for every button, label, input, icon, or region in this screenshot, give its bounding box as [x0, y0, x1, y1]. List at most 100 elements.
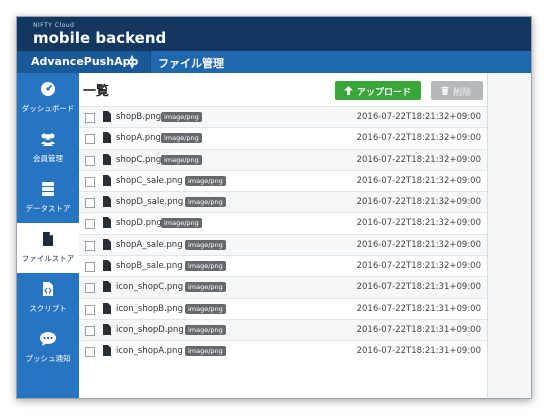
database-icon — [17, 181, 79, 197]
trash-icon — [441, 86, 449, 95]
file-name[interactable]: shopC.png — [116, 155, 161, 165]
mime-type-badge: image/png — [185, 261, 226, 272]
row-checkbox[interactable] — [85, 155, 95, 166]
brand-logo[interactable]: mobile backend — [33, 29, 166, 47]
file-name[interactable]: shopA.png — [116, 133, 161, 143]
file-name[interactable]: icon_shopC.png — [116, 282, 183, 292]
upload-label: アップロード — [357, 88, 412, 98]
up-down-arrows-icon: ▲ ▼ — [129, 53, 136, 70]
file-icon — [103, 196, 111, 208]
brand-tagline: NIFTY Cloud — [33, 22, 75, 29]
mime-type-badge: image/png — [185, 282, 226, 293]
table-row[interactable]: icon_shopC.png image/png 2016-07-22T18:2… — [79, 276, 487, 298]
app-window: NIFTY Cloud mobile backend AdvancePushAp… — [16, 16, 532, 399]
file-name[interactable]: shopB.png — [116, 112, 161, 122]
file-icon — [103, 302, 111, 314]
timestamp: 2016-07-22T18:21:31+09:00 — [356, 282, 481, 293]
mime-type-badge: image/png — [185, 303, 226, 314]
dashboard-icon — [17, 81, 79, 97]
mime-type-badge: image/png — [161, 218, 202, 229]
file-name[interactable]: icon_shopB.png — [116, 304, 183, 314]
row-checkbox[interactable] — [85, 113, 95, 123]
row-checkbox[interactable] — [85, 176, 95, 187]
file-name[interactable]: shopB_sale.png — [116, 261, 183, 271]
file-icon — [17, 231, 79, 247]
row-checkbox[interactable] — [85, 304, 95, 315]
file-name[interactable]: shopD.png — [116, 218, 162, 228]
timestamp: 2016-07-22T18:21:32+09:00 — [356, 197, 481, 208]
table-row[interactable]: icon_shopA.png image/png 2016-07-22T18:2… — [79, 340, 487, 361]
mime-type-badge: image/png — [185, 197, 226, 208]
file-name[interactable]: shopD_sale.png — [116, 197, 183, 207]
sidebar-item-label: プッシュ通知 — [25, 354, 71, 363]
file-name[interactable]: shopC_sale.png — [116, 176, 183, 186]
sidebar-item-datastore[interactable]: データストア — [17, 173, 79, 223]
file-icon — [103, 111, 111, 122]
file-icon — [103, 238, 111, 250]
sidebar-item-dashboard[interactable]: ダッシュボード — [17, 73, 79, 123]
table-row[interactable]: shopA_sale.png image/png 2016-07-22T18:2… — [79, 233, 487, 256]
file-icon — [103, 217, 111, 229]
row-checkbox[interactable] — [85, 219, 95, 230]
row-checkbox[interactable] — [85, 347, 95, 358]
table-row[interactable]: shopD.png image/png 2016-07-22T18:21:32+… — [79, 212, 487, 233]
table-row[interactable]: shopA.png image/png 2016-07-22T18:21:32+… — [79, 127, 487, 148]
timestamp: 2016-07-22T18:21:32+09:00 — [356, 133, 481, 144]
page-title: ファイル管理 — [158, 57, 224, 70]
delete-button[interactable]: 削除 — [431, 81, 483, 100]
sidebar-item-label: ダッシュボード — [21, 104, 75, 113]
top-header: NIFTY Cloud mobile backend — [17, 17, 531, 51]
mime-type-badge: image/png — [161, 133, 202, 144]
timestamp: 2016-07-22T18:21:31+09:00 — [356, 346, 481, 357]
file-icon — [103, 281, 111, 293]
timestamp: 2016-07-22T18:21:32+09:00 — [356, 239, 481, 250]
timestamp: 2016-07-22T18:21:31+09:00 — [356, 324, 481, 335]
row-checkbox[interactable] — [85, 283, 95, 294]
table-row[interactable]: shopD_sale.png image/png 2016-07-22T18:2… — [79, 191, 487, 213]
file-name[interactable]: icon_shopD.png — [116, 325, 184, 335]
file-list: shopB.png image/png 2016-07-22T18:21:32+… — [79, 106, 487, 362]
sidebar-item-script[interactable]: スクリプト — [17, 273, 79, 323]
file-icon — [103, 153, 111, 165]
row-checkbox[interactable] — [85, 198, 95, 209]
app-bar: AdvancePushApp ▲ ▼ ファイル管理 — [17, 51, 531, 73]
sidebar-item-filestore[interactable]: ファイルストア — [17, 223, 79, 273]
script-icon — [17, 281, 79, 297]
file-name[interactable]: shopA_sale.png — [116, 240, 183, 250]
table-row[interactable]: shopC_sale.png image/png 2016-07-22T18:2… — [79, 169, 487, 191]
file-list-panel: 一覧 アップロード 削除 shopB.png image/png 2016-07… — [79, 73, 488, 398]
sidebar-item-push[interactable]: プッシュ通知 — [17, 323, 79, 373]
users-icon — [17, 131, 79, 147]
file-name[interactable]: icon_shopA.png — [116, 346, 183, 356]
sidebar-item-users[interactable]: 会員管理 — [17, 123, 79, 173]
row-checkbox[interactable] — [85, 325, 95, 336]
upload-button[interactable]: アップロード — [335, 81, 421, 100]
file-icon — [103, 323, 111, 335]
sidebar-item-label: データストア — [25, 204, 71, 213]
row-checkbox[interactable] — [85, 134, 95, 145]
mime-type-badge: image/png — [161, 112, 202, 122]
mime-type-badge: image/png — [185, 346, 226, 357]
timestamp: 2016-07-22T18:21:31+09:00 — [356, 303, 481, 314]
table-row[interactable]: shopC.png image/png 2016-07-22T18:21:32+… — [79, 148, 487, 170]
file-icon — [103, 132, 111, 144]
table-row[interactable]: shopB_sale.png image/png 2016-07-22T18:2… — [79, 255, 487, 276]
sidebar-item-label: 会員管理 — [33, 154, 63, 163]
row-checkbox[interactable] — [85, 262, 95, 273]
app-selector[interactable]: AdvancePushApp ▲ ▼ — [17, 51, 151, 73]
push-notification-icon — [17, 331, 79, 347]
app-name: AdvancePushApp — [31, 55, 139, 68]
table-row[interactable]: shopB.png image/png 2016-07-22T18:21:32+… — [79, 106, 487, 128]
mime-type-badge: image/png — [161, 154, 202, 165]
timestamp: 2016-07-22T18:21:32+09:00 — [356, 218, 481, 229]
sidebar-item-label: ファイルストア — [21, 254, 75, 263]
row-checkbox[interactable] — [85, 240, 95, 251]
sidebar-item-label: スクリプト — [29, 304, 67, 313]
mime-type-badge: image/png — [185, 239, 226, 250]
timestamp: 2016-07-22T18:21:32+09:00 — [356, 261, 481, 272]
table-row[interactable]: icon_shopB.png image/png 2016-07-22T18:2… — [79, 297, 487, 319]
timestamp: 2016-07-22T18:21:32+09:00 — [356, 112, 481, 122]
file-icon — [103, 345, 111, 357]
sidebar: ダッシュボード 会員管理 データストア ファイルストア スクリプト プッシュ通知 — [17, 73, 79, 398]
table-row[interactable]: icon_shopD.png image/png 2016-07-22T18:2… — [79, 318, 487, 341]
